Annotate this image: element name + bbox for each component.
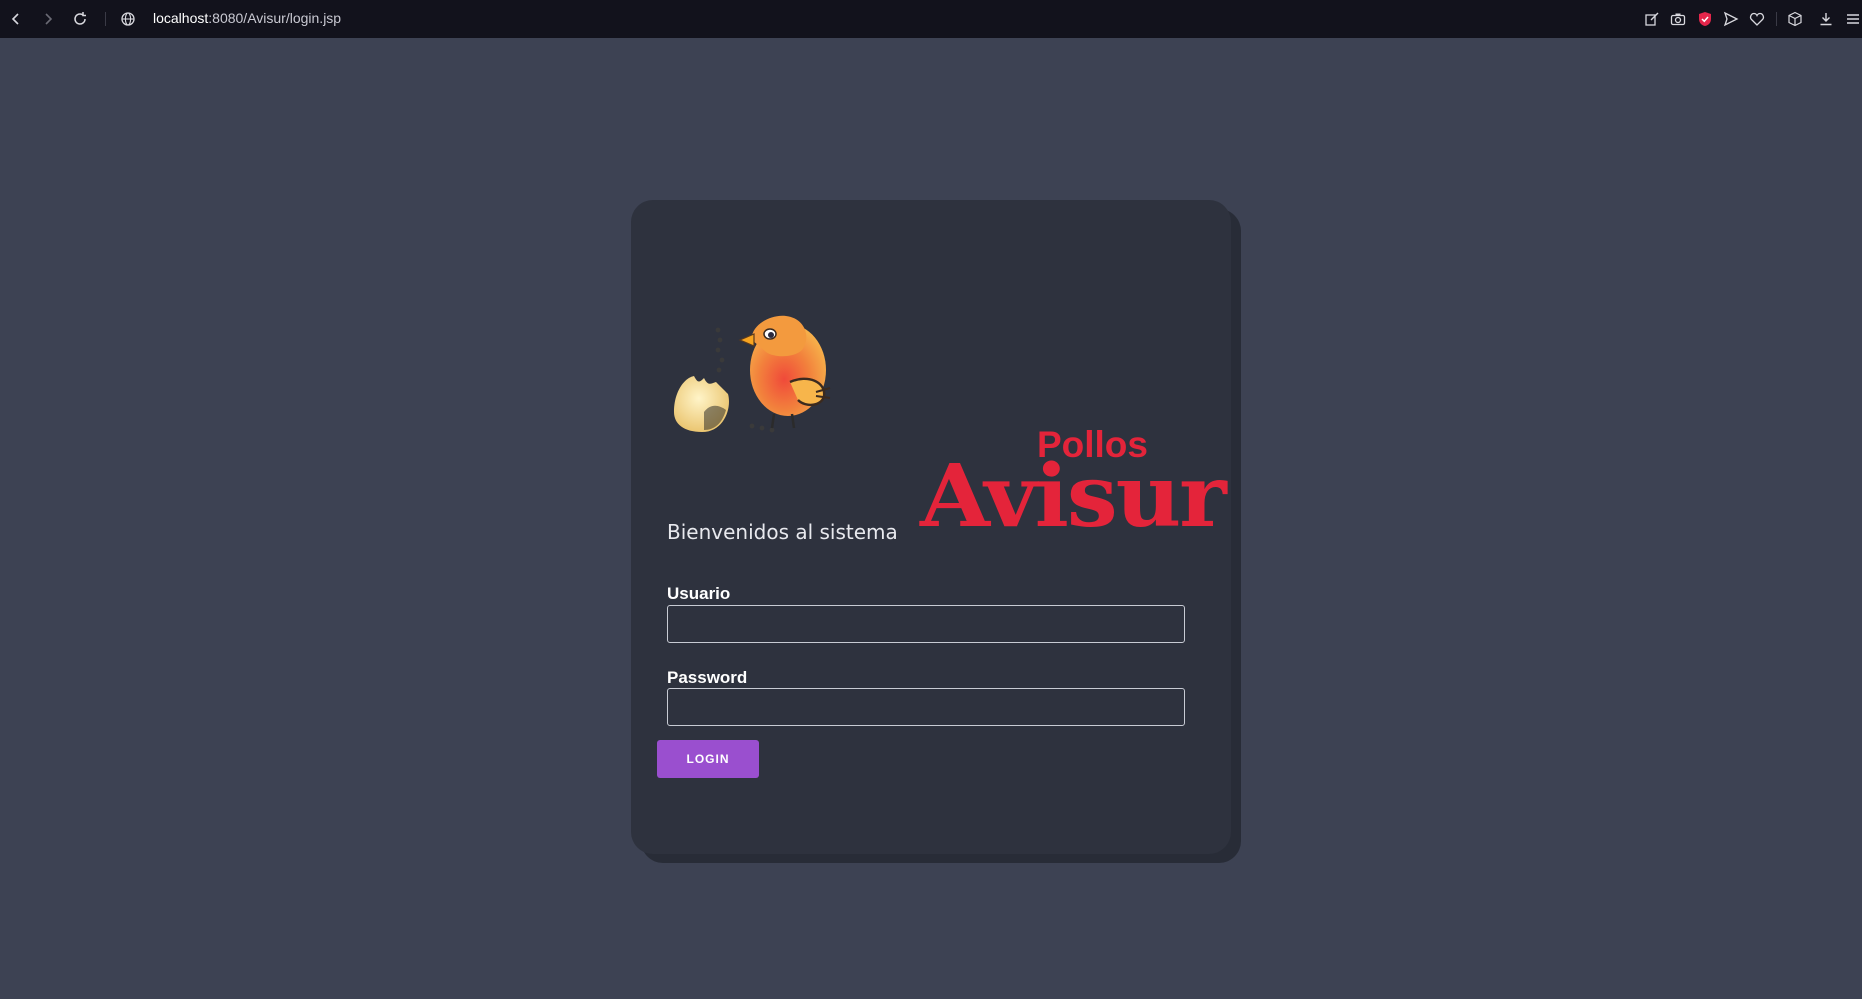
send-icon[interactable] xyxy=(1720,8,1742,30)
login-button[interactable]: LOGIN xyxy=(657,740,759,778)
chick-icon xyxy=(674,315,831,433)
back-icon[interactable] xyxy=(5,8,27,30)
login-card: Pollos Avisur Bienvenidos al sistema Usu… xyxy=(631,200,1231,854)
box-icon[interactable] xyxy=(1784,8,1806,30)
username-input[interactable] xyxy=(667,605,1185,643)
camera-icon[interactable] xyxy=(1667,8,1689,30)
url-path: :8080/Avisur/login.jsp xyxy=(208,10,342,26)
logo-text-avisur: Avisur xyxy=(920,446,1227,547)
menu-icon[interactable] xyxy=(1842,8,1862,30)
toolbar-separator xyxy=(1776,12,1777,26)
edit-icon[interactable] xyxy=(1641,8,1663,30)
password-label: Password xyxy=(667,668,748,687)
username-label: Usuario xyxy=(667,584,731,603)
url-host: localhost xyxy=(153,10,209,26)
shield-icon[interactable] xyxy=(1694,8,1716,30)
reload-icon[interactable] xyxy=(69,8,91,30)
welcome-heading: Bienvenidos al sistema xyxy=(667,520,898,544)
toolbar-separator xyxy=(105,12,106,26)
heart-icon[interactable] xyxy=(1746,8,1768,30)
password-input[interactable] xyxy=(667,688,1185,726)
address-bar[interactable]: localhost:8080/Avisur/login.jsp xyxy=(153,10,341,26)
forward-icon[interactable] xyxy=(37,8,59,30)
browser-toolbar: localhost:8080/Avisur/login.jsp xyxy=(0,0,1862,38)
globe-icon[interactable] xyxy=(117,8,139,30)
brand-logo: Pollos Avisur xyxy=(670,300,1227,540)
download-icon[interactable] xyxy=(1815,8,1837,30)
